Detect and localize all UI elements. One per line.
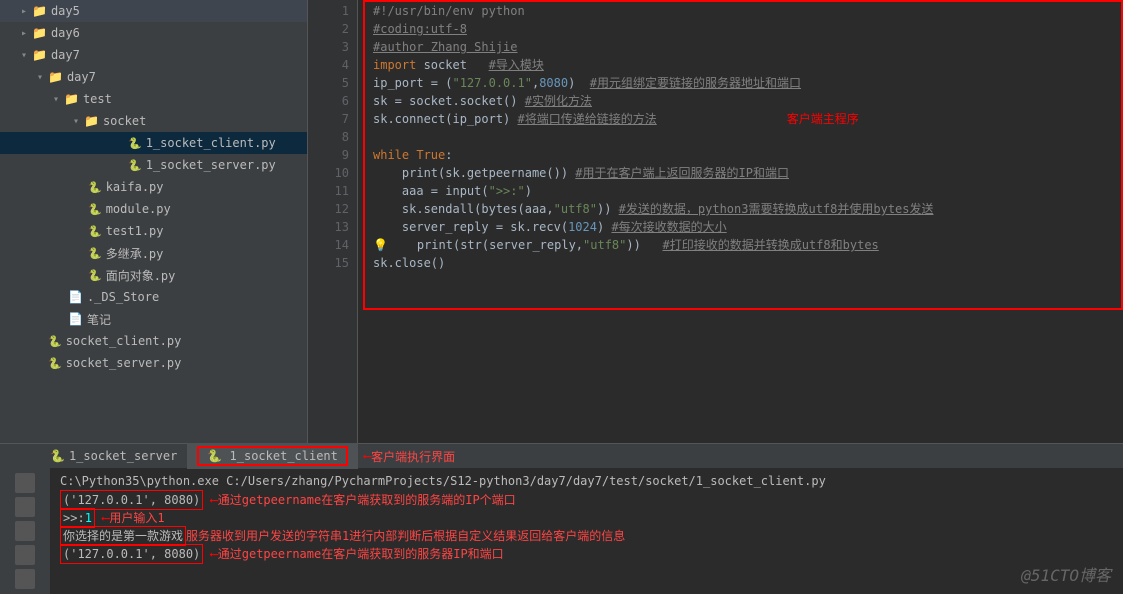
annotation-getpeer1: 通过getpeername在客户端获取到的服务端的IP个端口 [218, 493, 516, 507]
lightbulb-icon[interactable]: 💡 [373, 238, 388, 252]
annotation-userinput: 用户输入1 [109, 511, 164, 525]
tree-file-client[interactable]: 🐍1_socket_client.py [0, 132, 307, 154]
tree-folder-day7[interactable]: ▾📁day7 [0, 44, 307, 66]
tab-client[interactable]: 🐍 1_socket_client [187, 443, 358, 469]
pause-button[interactable] [15, 521, 35, 541]
tree-file-dsstore[interactable]: 📄._DS_Store [0, 286, 307, 308]
console-out-3: 你选择的是第一款游戏 [60, 526, 186, 546]
run-panel: 🐍1_socket_server 🐍 1_socket_client ⟵ 客户端… [0, 443, 1123, 594]
arrow-icon: ⟵ [364, 449, 371, 463]
project-tree: ▸📁day5 ▸📁day6 ▾📁day7 ▾📁day7 ▾📁test ▾📁soc… [0, 0, 308, 443]
tree-file-scserver[interactable]: 🐍socket_server.py [0, 352, 307, 374]
tree-file-mianxiang[interactable]: 🐍面向对象.py [0, 264, 307, 286]
stop-button[interactable] [15, 497, 35, 517]
tab-server[interactable]: 🐍1_socket_server [40, 446, 187, 466]
annotation-exec: 客户端执行界面 [371, 448, 455, 465]
tree-file-scclient[interactable]: 🐍socket_client.py [0, 330, 307, 352]
tree-folder-day5[interactable]: ▸📁day5 [0, 0, 307, 22]
tree-folder-test[interactable]: ▾📁test [0, 88, 307, 110]
console-cmd: C:\Python35\python.exe C:/Users/zhang/Py… [60, 472, 1113, 490]
tree-folder-day6[interactable]: ▸📁day6 [0, 22, 307, 44]
rerun-button[interactable] [15, 473, 35, 493]
console-toolbar [0, 468, 50, 594]
watermark: @51CTO博客 [1021, 562, 1111, 586]
exit-button[interactable] [15, 545, 35, 565]
console-output[interactable]: C:\Python35\python.exe C:/Users/zhang/Py… [50, 468, 1123, 594]
layout-button[interactable] [15, 569, 35, 589]
tree-folder-day7-inner[interactable]: ▾📁day7 [0, 66, 307, 88]
code-editor[interactable]: 123456789101112131415 #!/usr/bin/env pyt… [308, 0, 1123, 443]
annotation-getpeer2: 通过getpeername在客户端获取到的服务器IP和端口 [218, 547, 504, 561]
run-tabs: 🐍1_socket_server 🐍 1_socket_client ⟵ 客户端… [0, 444, 1123, 468]
tree-folder-socket[interactable]: ▾📁socket [0, 110, 307, 132]
tree-file-duojicheng[interactable]: 🐍多继承.py [0, 242, 307, 264]
tree-file-kaifa[interactable]: 🐍kaifa.py [0, 176, 307, 198]
console-out-1: ('127.0.0.1', 8080) [60, 490, 203, 510]
console-out-4: ('127.0.0.1', 8080) [60, 544, 203, 564]
tree-file-module[interactable]: 🐍module.py [0, 198, 307, 220]
code-area[interactable]: #!/usr/bin/env python #coding:utf-8 #aut… [358, 0, 1123, 443]
line-gutter: 123456789101112131415 [308, 0, 358, 443]
tree-file-biji[interactable]: 📄笔记 [0, 308, 307, 330]
annotation-serverresp: 服务器收到用户发送的字符串1进行内部判断后根据自定义结果返回给客户端的信息 [186, 529, 625, 543]
tree-file-test1[interactable]: 🐍test1.py [0, 220, 307, 242]
annotation-main: 客户端主程序 [787, 112, 859, 126]
tree-file-server[interactable]: 🐍1_socket_server.py [0, 154, 307, 176]
